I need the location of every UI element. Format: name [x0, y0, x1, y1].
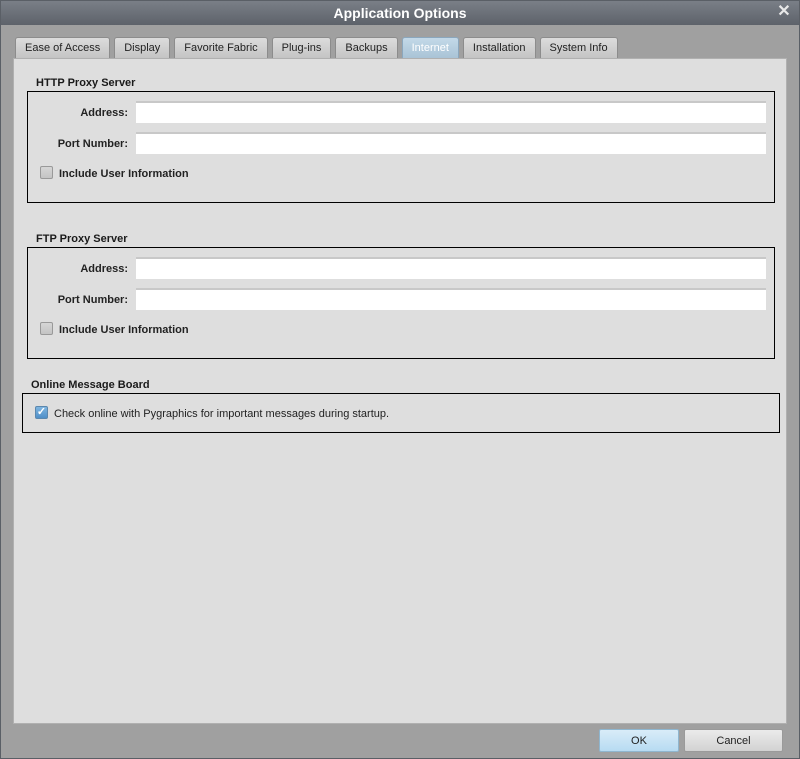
- message-board-title: Online Message Board: [31, 379, 150, 391]
- check-icon: ✓: [36, 406, 47, 418]
- tab-system-info[interactable]: System Info: [539, 37, 618, 58]
- tab-backups[interactable]: Backups: [335, 37, 398, 58]
- http-port-label: Port Number:: [57, 138, 128, 150]
- http-port-input[interactable]: [136, 132, 766, 154]
- message-board-checkbox[interactable]: ✓: [35, 406, 48, 419]
- title-bar: Application Options ✕: [1, 1, 799, 25]
- tab-plug-ins[interactable]: Plug-ins: [271, 37, 332, 58]
- ok-button[interactable]: OK: [599, 729, 679, 752]
- ftp-include-user-checkbox[interactable]: [40, 322, 53, 335]
- tab-internet[interactable]: Internet: [401, 37, 459, 58]
- ftp-port-label: Port Number:: [57, 294, 128, 306]
- message-board-label[interactable]: Check online with Pygraphics for importa…: [54, 408, 389, 420]
- http-address-input[interactable]: [136, 101, 766, 123]
- ftp-include-user-label[interactable]: Include User Information: [59, 324, 189, 336]
- tab-installation[interactable]: Installation: [462, 37, 536, 58]
- ftp-address-input[interactable]: [136, 257, 766, 279]
- cancel-button[interactable]: Cancel: [684, 729, 783, 752]
- http-proxy-title: HTTP Proxy Server: [36, 77, 136, 89]
- http-include-user-label[interactable]: Include User Information: [59, 168, 189, 180]
- ftp-proxy-title: FTP Proxy Server: [36, 233, 128, 245]
- close-icon[interactable]: ✕: [775, 3, 793, 21]
- tab-bar: Ease of Access Display Favorite Fabric P…: [15, 37, 622, 59]
- http-address-label: Address:: [80, 107, 128, 119]
- ftp-address-label: Address:: [80, 263, 128, 275]
- ftp-port-input[interactable]: [136, 288, 766, 310]
- window-title: Application Options: [333, 5, 467, 21]
- tab-ease-of-access[interactable]: Ease of Access: [15, 37, 111, 58]
- tab-favorite-fabric[interactable]: Favorite Fabric: [174, 37, 268, 58]
- application-options-dialog: Application Options ✕ Ease of Access Dis…: [0, 0, 800, 759]
- http-include-user-checkbox[interactable]: [40, 166, 53, 179]
- tab-display[interactable]: Display: [114, 37, 171, 58]
